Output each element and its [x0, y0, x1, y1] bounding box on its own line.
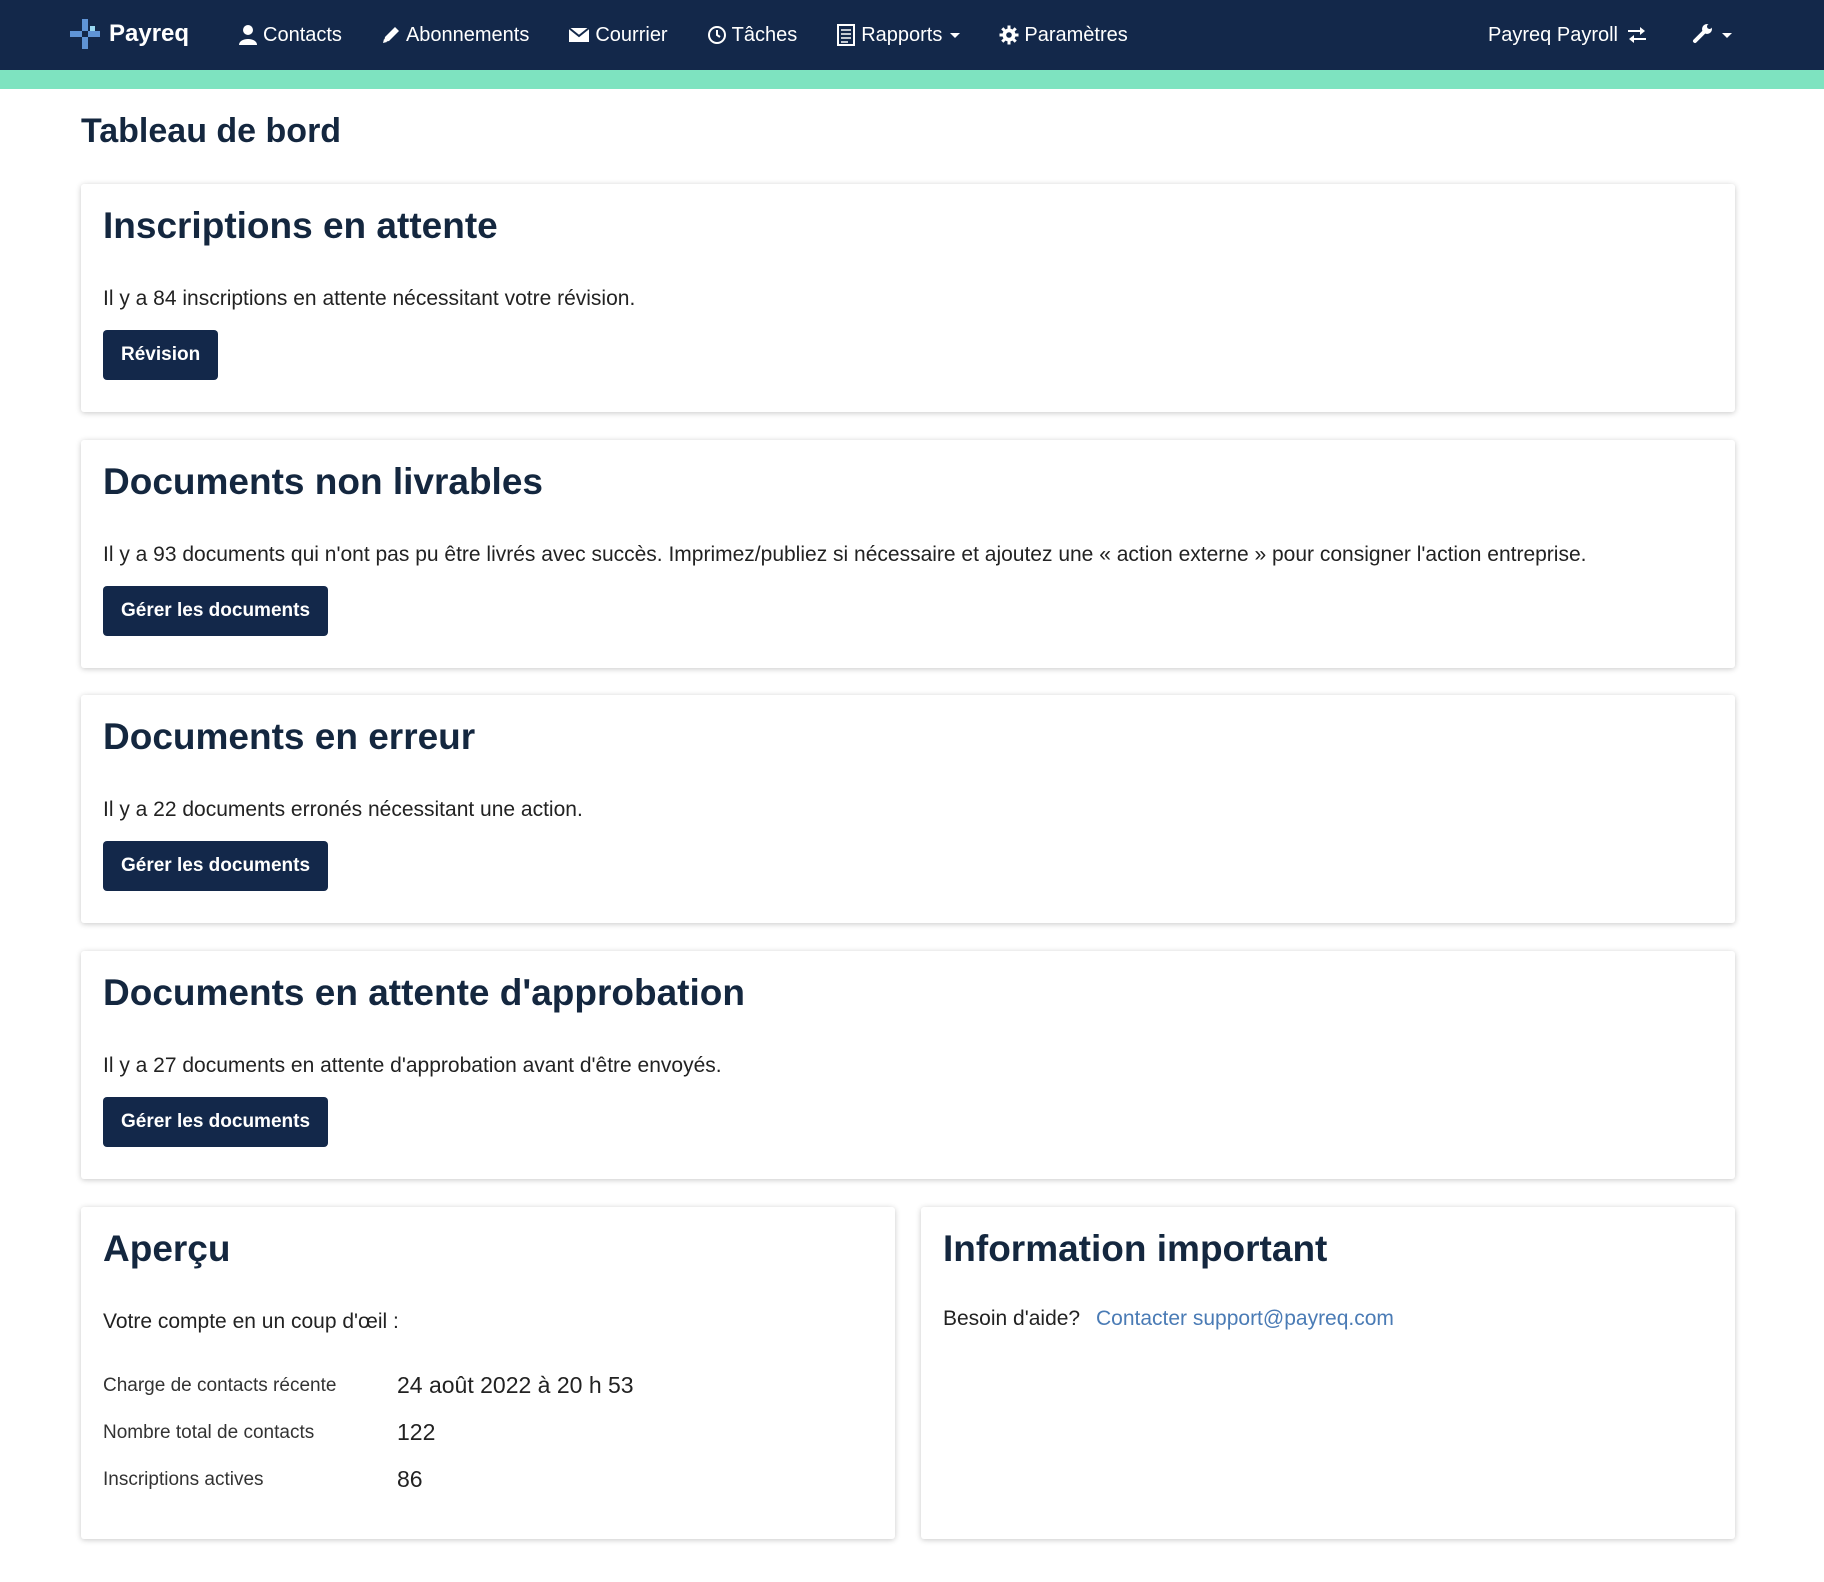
overview-intro: Votre compte en un coup d'œil :	[103, 1310, 399, 1333]
nav-right: Payreq Payroll	[1488, 15, 1824, 55]
main-nav: Contacts Abonnements Courrier Tâches Rap…	[238, 15, 1167, 55]
tools-menu[interactable]	[1692, 22, 1732, 49]
overview-row: Nombre total de contacts 122	[103, 1409, 634, 1456]
card-title: Inscriptions en attente	[103, 205, 498, 246]
nav-contacts[interactable]: Contacts	[238, 24, 342, 47]
overview-row: Inscriptions actives 86	[103, 1456, 634, 1503]
envelope-icon	[568, 26, 590, 44]
nav-abonnements[interactable]: Abonnements	[381, 24, 529, 47]
overview-label: Inscriptions actives	[103, 1468, 264, 1490]
card-title: Aperçu	[103, 1228, 231, 1269]
support-link[interactable]: Contacter support@payreq.com	[1096, 1307, 1394, 1330]
tenant-switcher[interactable]: Payreq Payroll	[1488, 24, 1648, 47]
overview-label: Charge de contacts récente	[103, 1374, 337, 1396]
overview-row: Charge de contacts récente 24 août 2022 …	[103, 1362, 634, 1409]
pencil-icon	[381, 25, 401, 45]
overview-label: Nombre total de contacts	[103, 1421, 315, 1443]
overview-table: Charge de contacts récente 24 août 2022 …	[103, 1362, 634, 1503]
card-important-info: Information important Besoin d'aide? Con…	[921, 1207, 1735, 1539]
nav-rapports[interactable]: Rapports	[836, 23, 961, 47]
top-navbar: Payreq Contacts Abonnements Courrier Tâc…	[0, 0, 1824, 70]
overview-value: 24 août 2022 à 20 h 53	[397, 1372, 634, 1398]
card-overview: Aperçu Votre compte en un coup d'œil : C…	[81, 1207, 895, 1539]
nav-contacts-label: Contacts	[263, 23, 342, 46]
switch-arrows-icon	[1626, 26, 1648, 44]
chevron-down-icon	[950, 32, 961, 38]
nav-parametres-label: Paramètres	[1024, 23, 1128, 46]
payreq-logo-icon	[70, 19, 100, 49]
report-icon	[836, 24, 856, 46]
page-title: Tableau de bord	[81, 112, 342, 150]
nav-courrier[interactable]: Courrier	[568, 23, 668, 47]
card-pending-registrations: Inscriptions en attente Il y a 84 inscri…	[81, 184, 1735, 412]
manage-documents-button[interactable]: Gérer les documents	[103, 1097, 329, 1147]
wrench-icon	[1692, 22, 1714, 49]
overview-value: 86	[397, 1466, 423, 1492]
card-text: Il y a 22 documents erronés nécessitant …	[103, 798, 583, 821]
user-icon	[238, 24, 258, 46]
nav-rapports-label: Rapports	[861, 23, 943, 46]
nav-parametres[interactable]: Paramètres	[999, 23, 1128, 47]
manage-documents-button[interactable]: Gérer les documents	[103, 841, 329, 891]
card-error-documents: Documents en erreur Il y a 22 documents …	[81, 695, 1735, 923]
card-pending-approval-documents: Documents en attente d'approbation Il y …	[81, 951, 1735, 1179]
brand-name: Payreq	[109, 20, 190, 47]
brand-logo[interactable]: Payreq	[70, 14, 189, 54]
nav-taches-label: Tâches	[731, 23, 798, 46]
card-text: Il y a 27 documents en attente d'approba…	[103, 1054, 722, 1077]
nav-taches[interactable]: Tâches	[707, 23, 798, 47]
gear-icon	[999, 25, 1019, 45]
review-button[interactable]: Révision	[103, 330, 219, 380]
help-text: Besoin d'aide?	[943, 1307, 1081, 1330]
chevron-down-icon	[1722, 32, 1732, 38]
card-undeliverable-documents: Documents non livrables Il y a 93 docume…	[81, 440, 1735, 668]
clock-icon	[707, 25, 727, 45]
card-title: Documents en erreur	[103, 716, 476, 757]
card-title: Documents en attente d'approbation	[103, 972, 745, 1013]
help-line: Besoin d'aide? Contacter support@payreq.…	[943, 1307, 1394, 1331]
accent-strip	[0, 70, 1824, 89]
card-text: Il y a 84 inscriptions en attente nécess…	[103, 287, 636, 310]
manage-documents-button[interactable]: Gérer les documents	[103, 586, 329, 636]
nav-courrier-label: Courrier	[595, 23, 668, 46]
tenant-name: Payreq Payroll	[1487, 23, 1618, 46]
card-title: Information important	[943, 1228, 1328, 1269]
card-title: Documents non livrables	[103, 461, 543, 502]
card-text: Il y a 93 documents qui n'ont pas pu êtr…	[103, 543, 1587, 566]
overview-value: 122	[397, 1419, 436, 1445]
nav-abonnements-label: Abonnements	[405, 23, 530, 46]
